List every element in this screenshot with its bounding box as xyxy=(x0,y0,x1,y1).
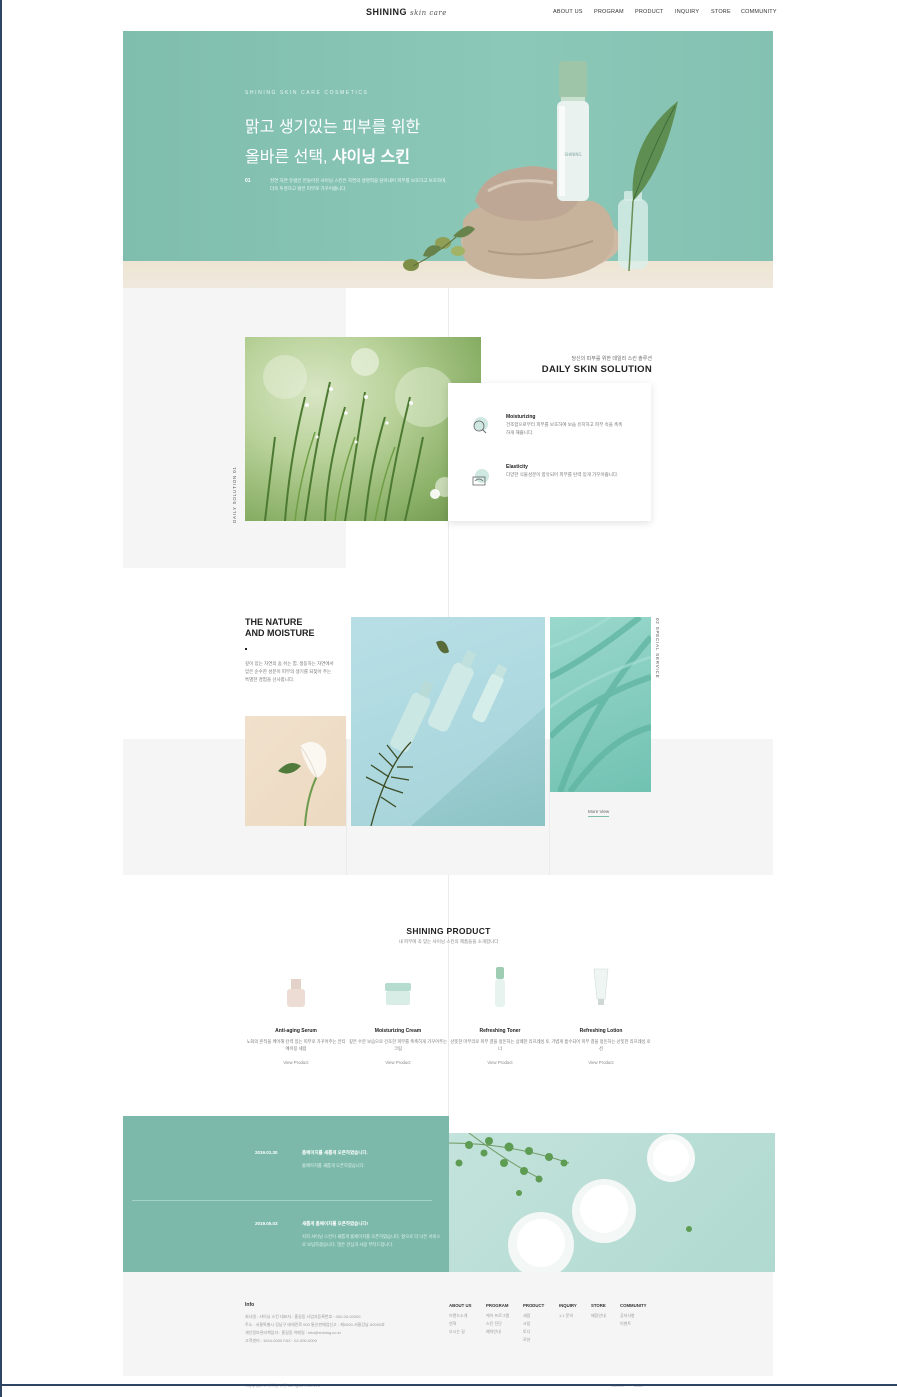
view-product-link[interactable]: View Product xyxy=(348,1060,448,1065)
nav-about-us[interactable]: ABOUT US xyxy=(553,9,583,15)
toner-bottle-icon xyxy=(495,967,505,1007)
hero-kicker: SHINING SKIN CARE COSMETICS xyxy=(245,90,369,96)
moisture-icon xyxy=(473,417,488,434)
elasticity-icon xyxy=(472,469,489,486)
product-desc: 깊은 수분 보습으로 건조한 피부를 촉촉하게 가꾸어주는 크림 xyxy=(348,1039,448,1051)
window-border-left xyxy=(0,0,2,1397)
feature-desc: 건조함으로부터 피부를 보호하여 보습 유지하고 피부 속을 촉촉하게 해줍니다… xyxy=(506,422,623,435)
calla-lily-photo xyxy=(245,716,346,826)
grass-photo xyxy=(245,337,481,521)
news-body: 저희 샤이닝 스킨이 새롭게 홈페이지를 오픈하였습니다. 앞으로 더 나은 서… xyxy=(302,1234,441,1247)
feature-desc: 다양한 식물성분이 함유되어 피부를 탄력 있게 가꾸어줍니다. xyxy=(506,472,619,477)
news-panel xyxy=(123,1116,449,1272)
product-desc: 가볍게 흡수되어 피부 결을 정돈하는 산뜻한 리프레싱 로션 xyxy=(551,1039,651,1051)
nav-community[interactable]: COMMUNITY xyxy=(741,9,777,15)
view-product-link[interactable]: View Product xyxy=(450,1060,550,1065)
product-card[interactable]: Refreshing Lotion 가볍게 흡수되어 피부 결을 정돈하는 산뜻… xyxy=(551,965,651,1065)
news-date: 2019.05.03 xyxy=(255,1221,278,1226)
product-card[interactable]: Refreshing Toner 산뜻한 마무리로 피부 결을 정돈하는 상쾌한… xyxy=(450,965,550,1065)
feature-title: Moisturizing xyxy=(506,414,536,420)
footer-info-title: Info xyxy=(245,1302,255,1308)
hero-slide-number: 01 xyxy=(245,178,251,184)
grid-line xyxy=(346,739,347,875)
solution-title: DAILY SKIN SOLUTION xyxy=(541,364,652,375)
footer-col-program: PROGRAM 케어 프로그램 스킨 진단 예약안내 xyxy=(486,1303,510,1334)
footer-col-inquiry: INQUIRY 1:1 문의 xyxy=(559,1303,577,1318)
feature-title: Elasticity xyxy=(506,464,528,470)
nature-title: THE NATURE AND MOISTURE xyxy=(245,617,315,638)
hero-product-illustration: SHINING xyxy=(403,61,678,279)
palm-shadow-photo xyxy=(550,617,651,792)
solution-vertical-label: DAILY SOLUTION 01 xyxy=(232,466,237,523)
hero-banner: SHINING SKIN CARE COSMETICS 맑고 생기있는 피부를 … xyxy=(123,31,773,288)
window-border-bottom xyxy=(0,1384,897,1386)
calla-lily-illustration xyxy=(278,742,327,826)
svg-text:SHINING: SHINING xyxy=(565,152,582,157)
footer xyxy=(123,1272,773,1376)
cream-photo xyxy=(449,1133,775,1272)
product-desc: 산뜻한 마무리로 피부 결을 정돈하는 상쾌한 리프레싱 토너 xyxy=(450,1039,550,1051)
news-divider xyxy=(132,1200,432,1201)
nature-dot xyxy=(245,648,247,650)
product-card[interactable]: Anti-aging Serum 노화의 흔적을 케어해 탄력 있는 피부로 가… xyxy=(246,965,346,1065)
product-desc: 노화의 흔적을 케어해 탄력 있는 피부로 가꾸어주는 안티에이징 세럼 xyxy=(246,1039,346,1051)
news-date: 2019.01.30 xyxy=(255,1150,278,1155)
product-name: Refreshing Lotion xyxy=(579,1028,623,1034)
news-body: 홈페이지를 새롭게 오픈하였습니다. xyxy=(302,1163,365,1168)
footer-col-store: STORE 매장안내 xyxy=(591,1303,606,1318)
footer-col-product: PRODUCT 세럼 크림 토너 로션 xyxy=(523,1303,545,1342)
logo[interactable]: SHINING skin care xyxy=(366,7,447,17)
feature-card: Moisturizing 건조함으로부터 피부를 보호하여 보습 유지하고 피부… xyxy=(448,383,651,521)
nav-store[interactable]: STORE xyxy=(711,9,731,15)
view-product-link[interactable]: View Product xyxy=(551,1060,651,1065)
cream-jar-icon xyxy=(385,983,411,1005)
bottles-illustration xyxy=(351,617,545,826)
news-title[interactable]: 홈페이지를 새롭게 오픈하였습니다. xyxy=(302,1150,368,1156)
products-title: SHINING PRODUCT xyxy=(406,926,491,936)
footer-col-community: COMMUNITY 공지사항 이벤트 xyxy=(620,1303,647,1326)
cream-jars-illustration xyxy=(449,1133,695,1272)
nature-vertical-label: 02 SPECIAL SERVICE xyxy=(655,618,660,679)
nav-inquiry[interactable]: INQUIRY xyxy=(675,9,699,15)
nav-program[interactable]: PROGRAM xyxy=(594,9,624,15)
nature-description: 깊이 있는 자연의 숨 쉬는 힘, 생동하는 자연에서 얻은 순수한 성분이 피… xyxy=(245,661,334,682)
footer-col-about: ABOUT US 브랜드소개 연혁 오시는 길 xyxy=(449,1303,472,1334)
serum-bottle-icon xyxy=(287,979,305,1007)
solution-subtitle: 당신의 피부를 위한 데일리 스킨 솔루션 xyxy=(571,356,652,362)
grass-illustration xyxy=(263,348,455,521)
footer-info: 회사명 : 샤이닝 스킨 대표자 : 홍길동 사업자등록번호 : 000-00-… xyxy=(245,1314,385,1343)
product-name: Moisturizing Cream xyxy=(374,1028,422,1034)
products-subtitle: 내 피부에 꼭 맞는 샤이닝 스킨의 제품들을 소개합니다 xyxy=(398,939,499,944)
product-name: Anti-aging Serum xyxy=(275,1028,317,1034)
lotion-tube-icon xyxy=(593,968,609,1005)
view-product-link[interactable]: View Product xyxy=(246,1060,346,1065)
bottles-photo xyxy=(351,617,545,826)
news-title[interactable]: 새롭게 홈페이지를 오픈하였습니다! xyxy=(302,1221,368,1227)
product-name: Refreshing Toner xyxy=(479,1028,521,1034)
nav-product[interactable]: PRODUCT xyxy=(635,9,664,15)
palm-shadow-illustration xyxy=(550,617,651,792)
more-view-link[interactable]: More View xyxy=(588,809,610,817)
product-card[interactable]: Moisturizing Cream 깊은 수분 보습으로 건조한 피부를 촉촉… xyxy=(348,965,448,1065)
